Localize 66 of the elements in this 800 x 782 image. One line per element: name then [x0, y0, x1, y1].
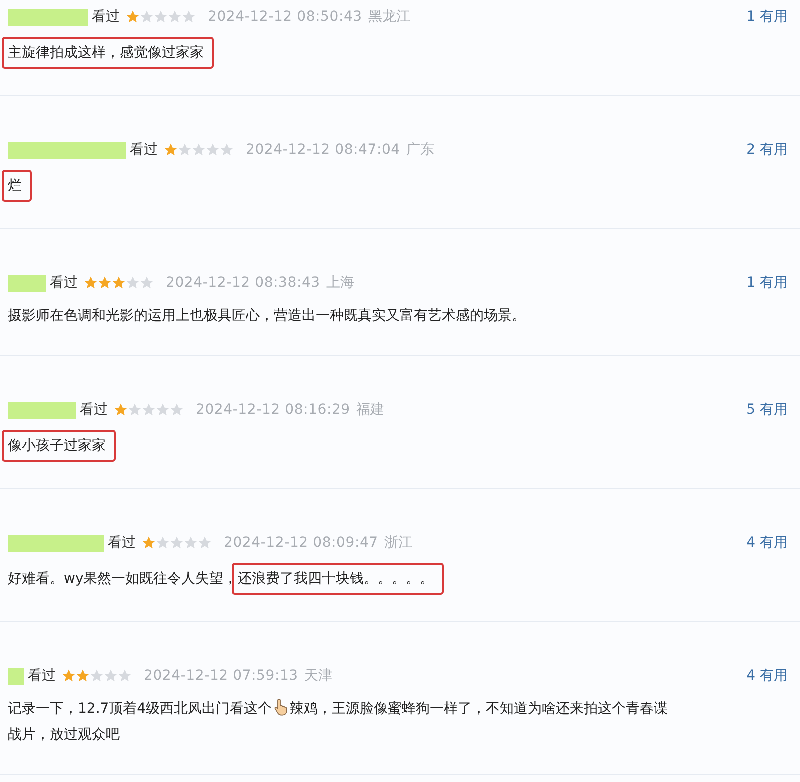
star-icon	[184, 536, 198, 550]
star-icon	[126, 276, 140, 290]
watched-status: 看过	[130, 141, 158, 159]
star-icon	[126, 10, 140, 24]
highlighted-comment: 主旋律拍成这样，感觉像过家家	[2, 37, 214, 69]
star-icon	[140, 276, 154, 290]
star-icon	[170, 403, 184, 417]
review-time: 2024-12-12 08:50:43	[208, 9, 362, 25]
star-icon	[220, 143, 234, 157]
useful-link[interactable]: 1 有用	[746, 274, 788, 292]
highlighted-comment: 像小孩子过家家	[2, 430, 116, 462]
star-icon	[104, 669, 118, 683]
watched-status: 看过	[92, 8, 120, 26]
star-icon	[192, 143, 206, 157]
star-icon	[118, 669, 132, 683]
watched-status: 看过	[50, 274, 78, 292]
star-icon	[164, 143, 178, 157]
star-icon	[156, 536, 170, 550]
useful-link[interactable]: 1 有用	[746, 8, 788, 26]
star-icon	[168, 10, 182, 24]
review-time: 2024-12-12 08:38:43	[166, 275, 320, 291]
comment-text: 记录一下，12.7顶着4级西北风出门看这个	[8, 701, 272, 717]
comment-text: 辣鸡，王源脸像蜜蜂狗一样了，不知道为啥还来拍这个青春谍	[290, 701, 668, 717]
pointing-hand-icon	[274, 698, 288, 716]
star-icon	[182, 10, 196, 24]
star-icon	[76, 669, 90, 683]
redaction-bar	[8, 668, 24, 684]
star-icon	[90, 669, 104, 683]
review-time: 2024-12-12 08:47:04	[246, 142, 400, 158]
review-time: 2024-12-12 08:09:47	[224, 535, 378, 551]
redaction-bar	[8, 274, 46, 292]
highlighted-comment: 还浪费了我四十块钱。。。。。	[232, 563, 444, 595]
star-icon	[170, 536, 184, 550]
star-icon	[178, 143, 192, 157]
review-location: 天津	[304, 667, 332, 685]
star-icon	[198, 536, 212, 550]
watched-status: 看过	[80, 401, 108, 419]
star-icon	[84, 276, 98, 290]
star-icon	[98, 276, 112, 290]
comment-text: 战片，放过观众吧	[8, 727, 120, 743]
star-icon	[156, 403, 170, 417]
review-time: 2024-12-12 08:16:29	[196, 402, 350, 418]
star-icon	[154, 10, 168, 24]
star-icon	[62, 669, 76, 683]
review-location: 浙江	[384, 534, 412, 552]
star-icon	[206, 143, 220, 157]
star-icon	[112, 276, 126, 290]
watched-status: 看过	[108, 534, 136, 552]
star-icon	[140, 10, 154, 24]
highlighted-comment: 烂	[2, 170, 32, 202]
useful-link[interactable]: 2 有用	[746, 141, 788, 159]
review-location: 上海	[326, 274, 354, 292]
review-time: 2024-12-12 07:59:13	[144, 668, 298, 684]
star-icon	[142, 403, 156, 417]
useful-link[interactable]: 4 有用	[746, 667, 788, 685]
review-location: 黑龙江	[368, 8, 410, 26]
review-location: 广东	[406, 141, 434, 159]
star-icon	[128, 403, 142, 417]
watched-status: 看过	[28, 667, 56, 685]
useful-link[interactable]: 5 有用	[746, 401, 788, 419]
useful-link[interactable]: 4 有用	[746, 534, 788, 552]
comment-text: 摄影师在色调和光影的运用上也极具匠心，营造出一种既真实又富有艺术感的场景。	[8, 308, 526, 324]
star-icon	[142, 536, 156, 550]
review-location: 福建	[356, 401, 384, 419]
star-icon	[114, 403, 128, 417]
redaction-bar	[8, 402, 76, 418]
